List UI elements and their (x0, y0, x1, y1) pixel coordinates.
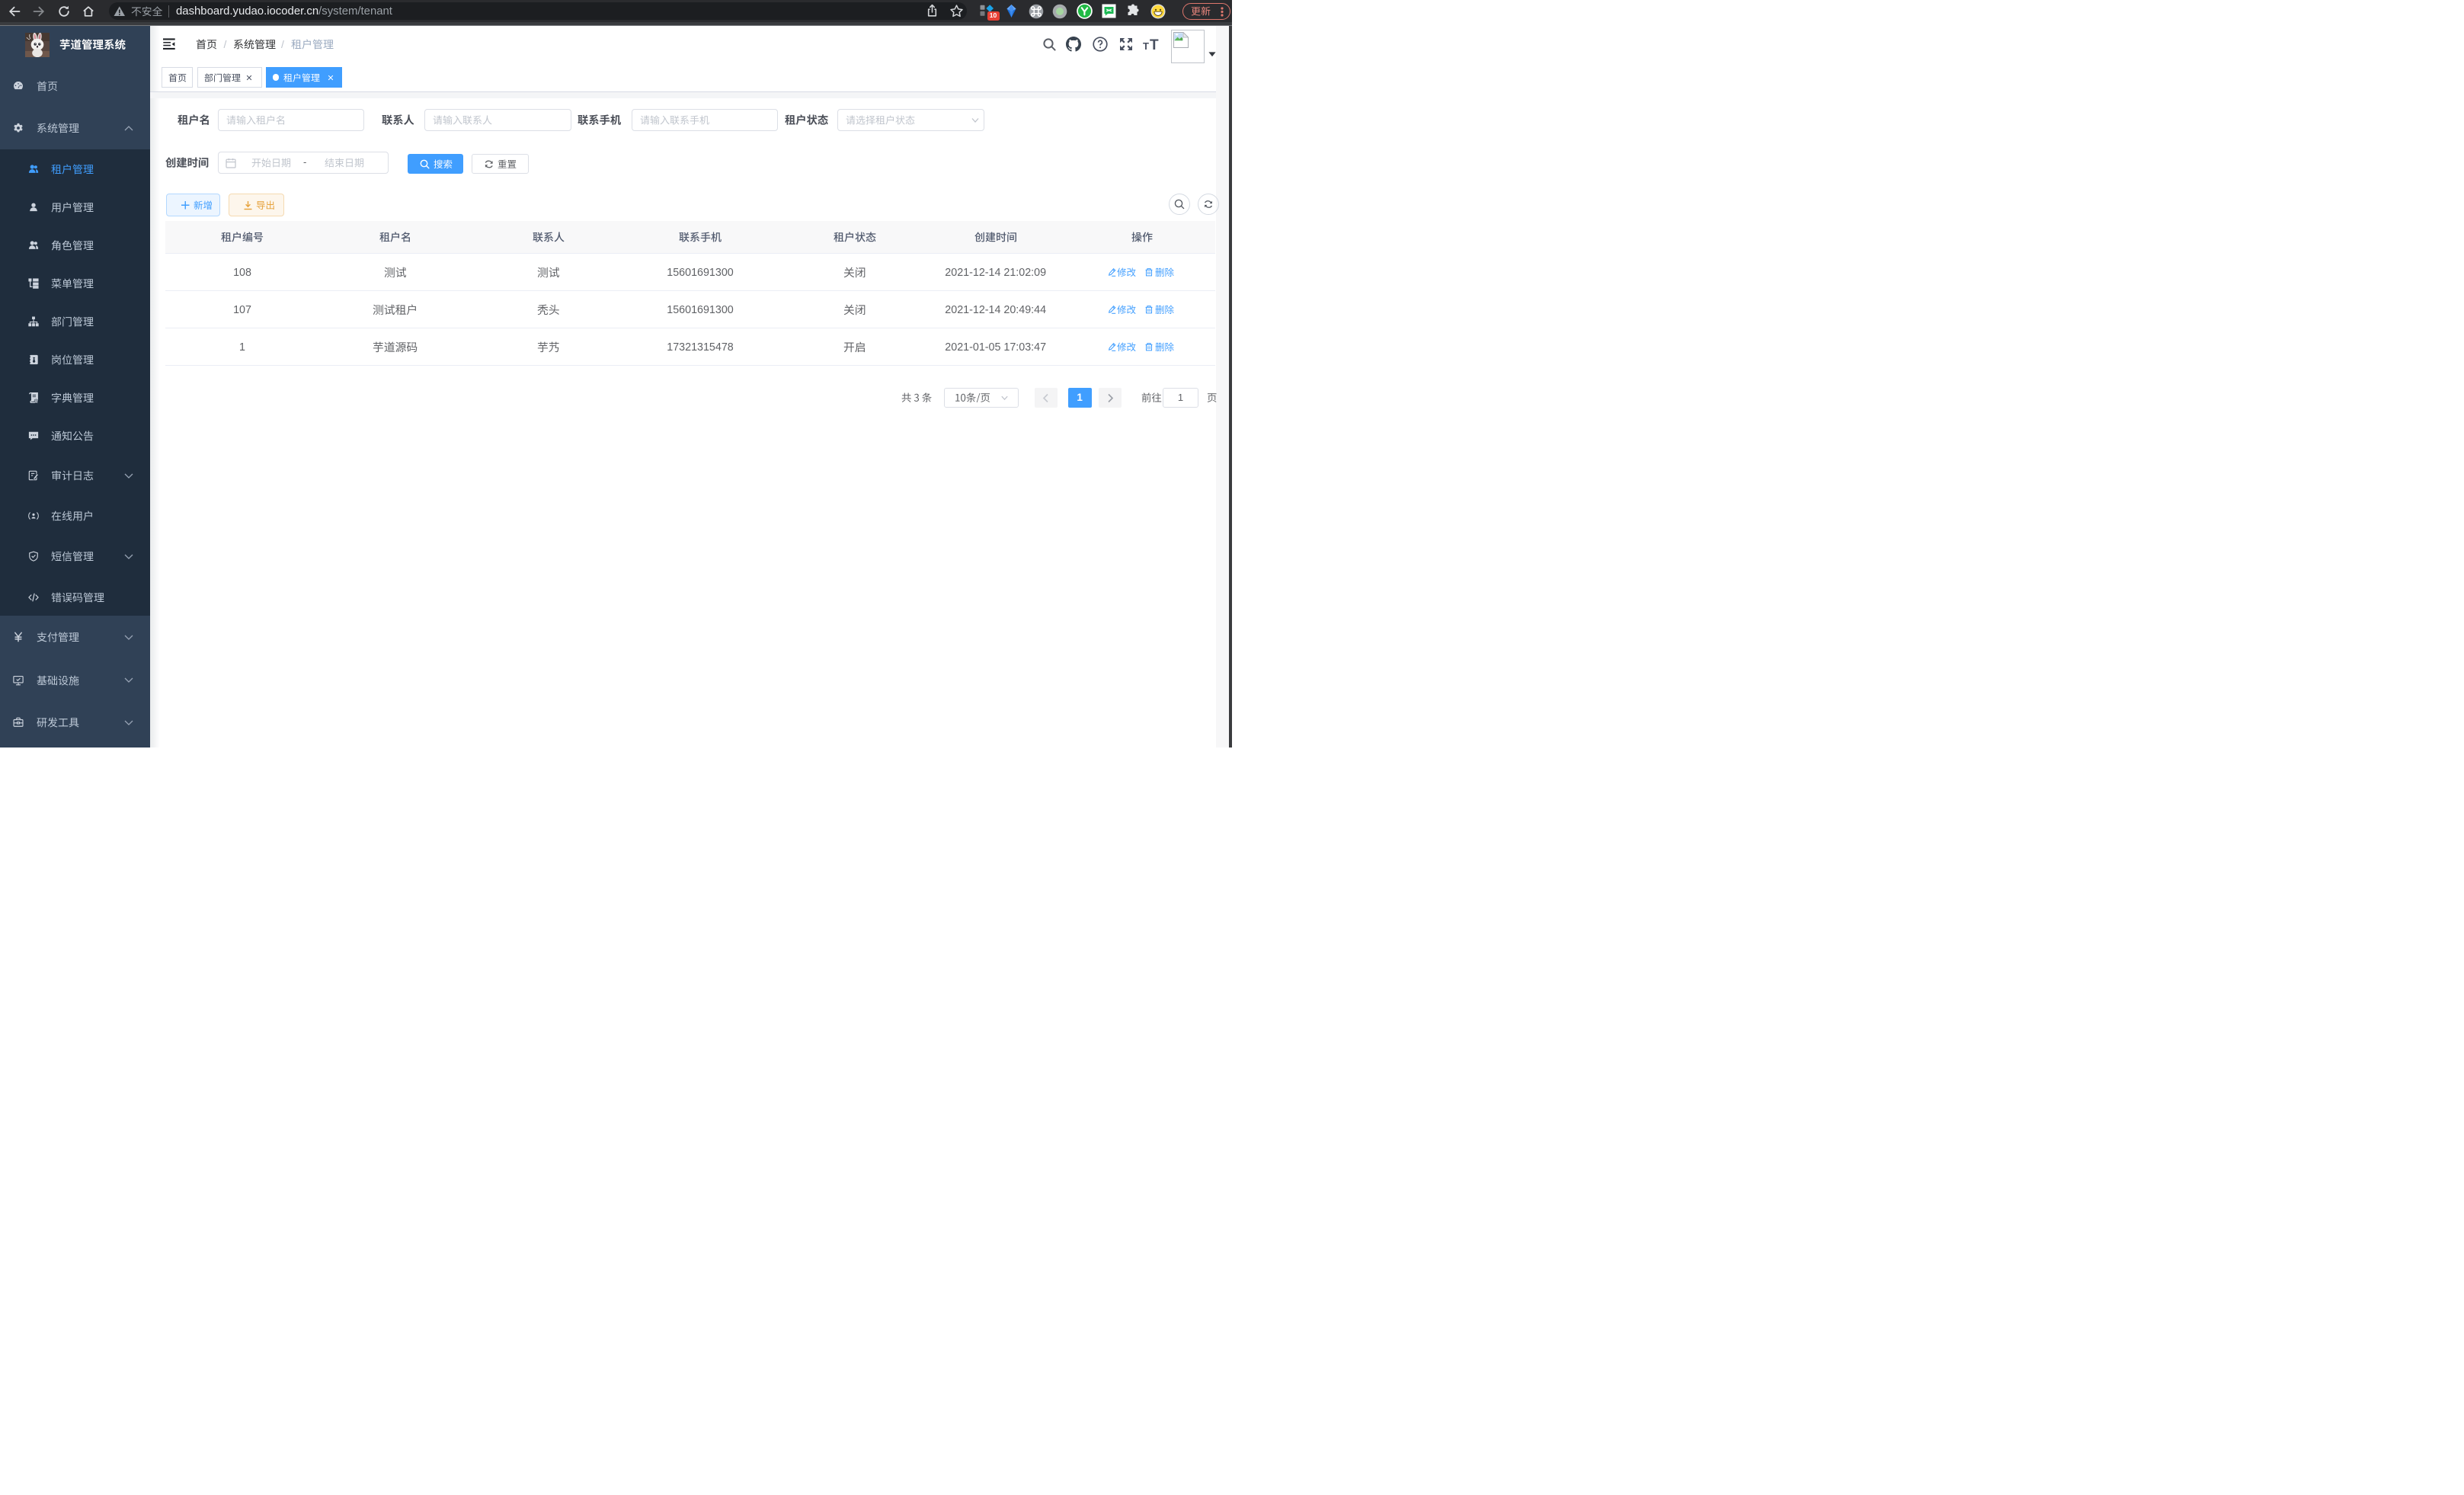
svg-text:T: T (1143, 40, 1149, 52)
svg-text:T: T (1150, 37, 1159, 52)
